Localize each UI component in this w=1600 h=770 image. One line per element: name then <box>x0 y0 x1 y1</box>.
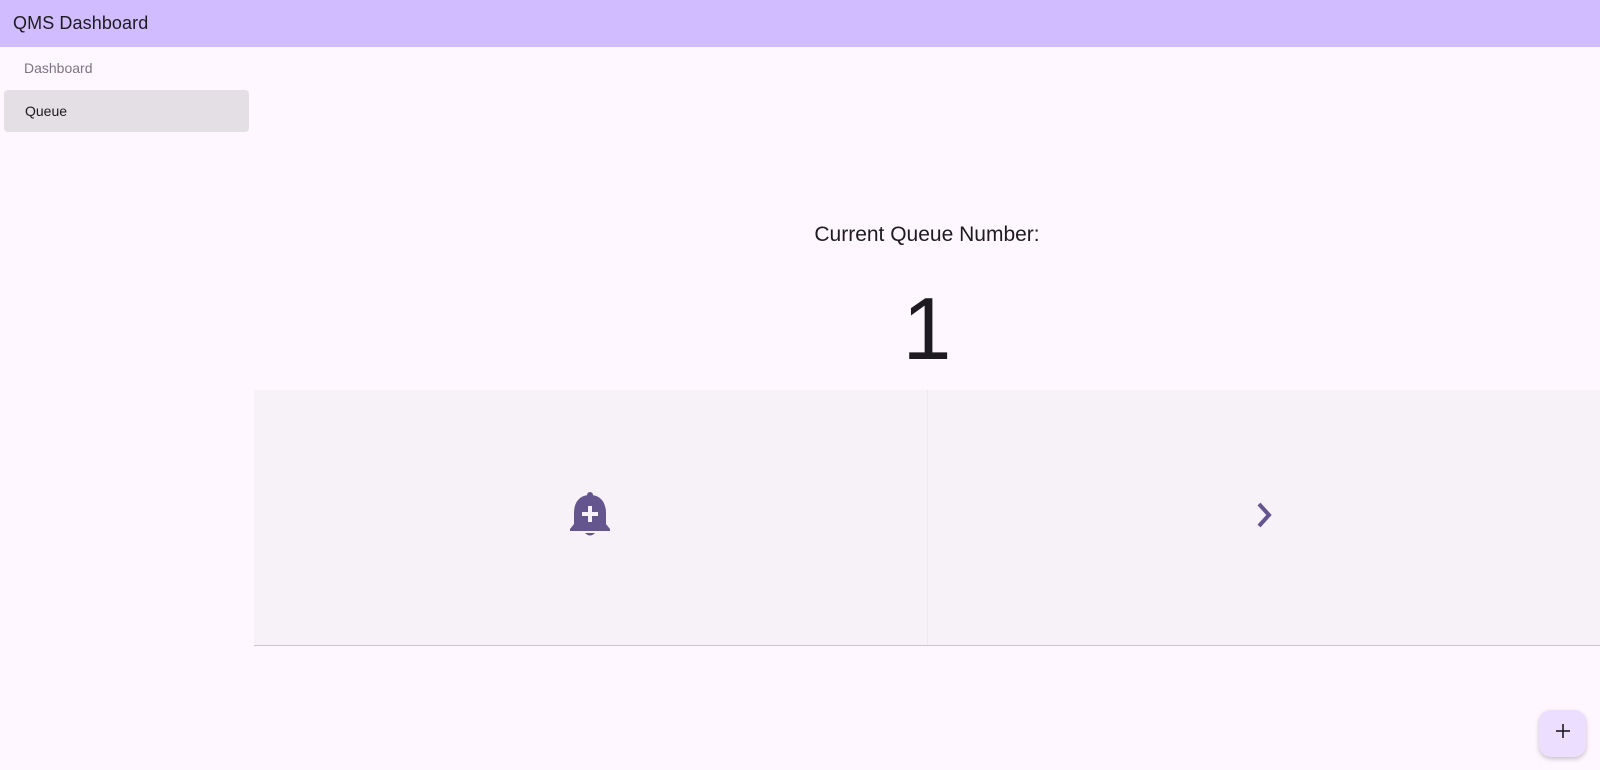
app-bar: QMS Dashboard <box>0 0 1600 47</box>
next-queue-button[interactable] <box>926 390 1600 645</box>
plus-icon <box>1555 723 1571 744</box>
queue-heading: Current Queue Number: <box>814 223 1040 246</box>
sidebar-item-queue[interactable]: Queue <box>4 90 249 132</box>
sidebar-item-label: Queue <box>25 103 68 119</box>
add-to-queue-button[interactable] <box>254 390 927 645</box>
app-title: QMS Dashboard <box>13 13 149 33</box>
queue-action-panel <box>254 390 1600 646</box>
notification-add-icon <box>569 491 611 544</box>
sidebar: Dashboard Queue <box>0 47 254 770</box>
queue-number: 1 <box>902 279 952 378</box>
main-content: Current Queue Number: 1 <box>254 47 1600 770</box>
sidebar-section-dashboard[interactable]: Dashboard <box>24 60 93 76</box>
add-fab-button[interactable] <box>1539 710 1586 757</box>
chevron-right-icon <box>1253 501 1275 534</box>
